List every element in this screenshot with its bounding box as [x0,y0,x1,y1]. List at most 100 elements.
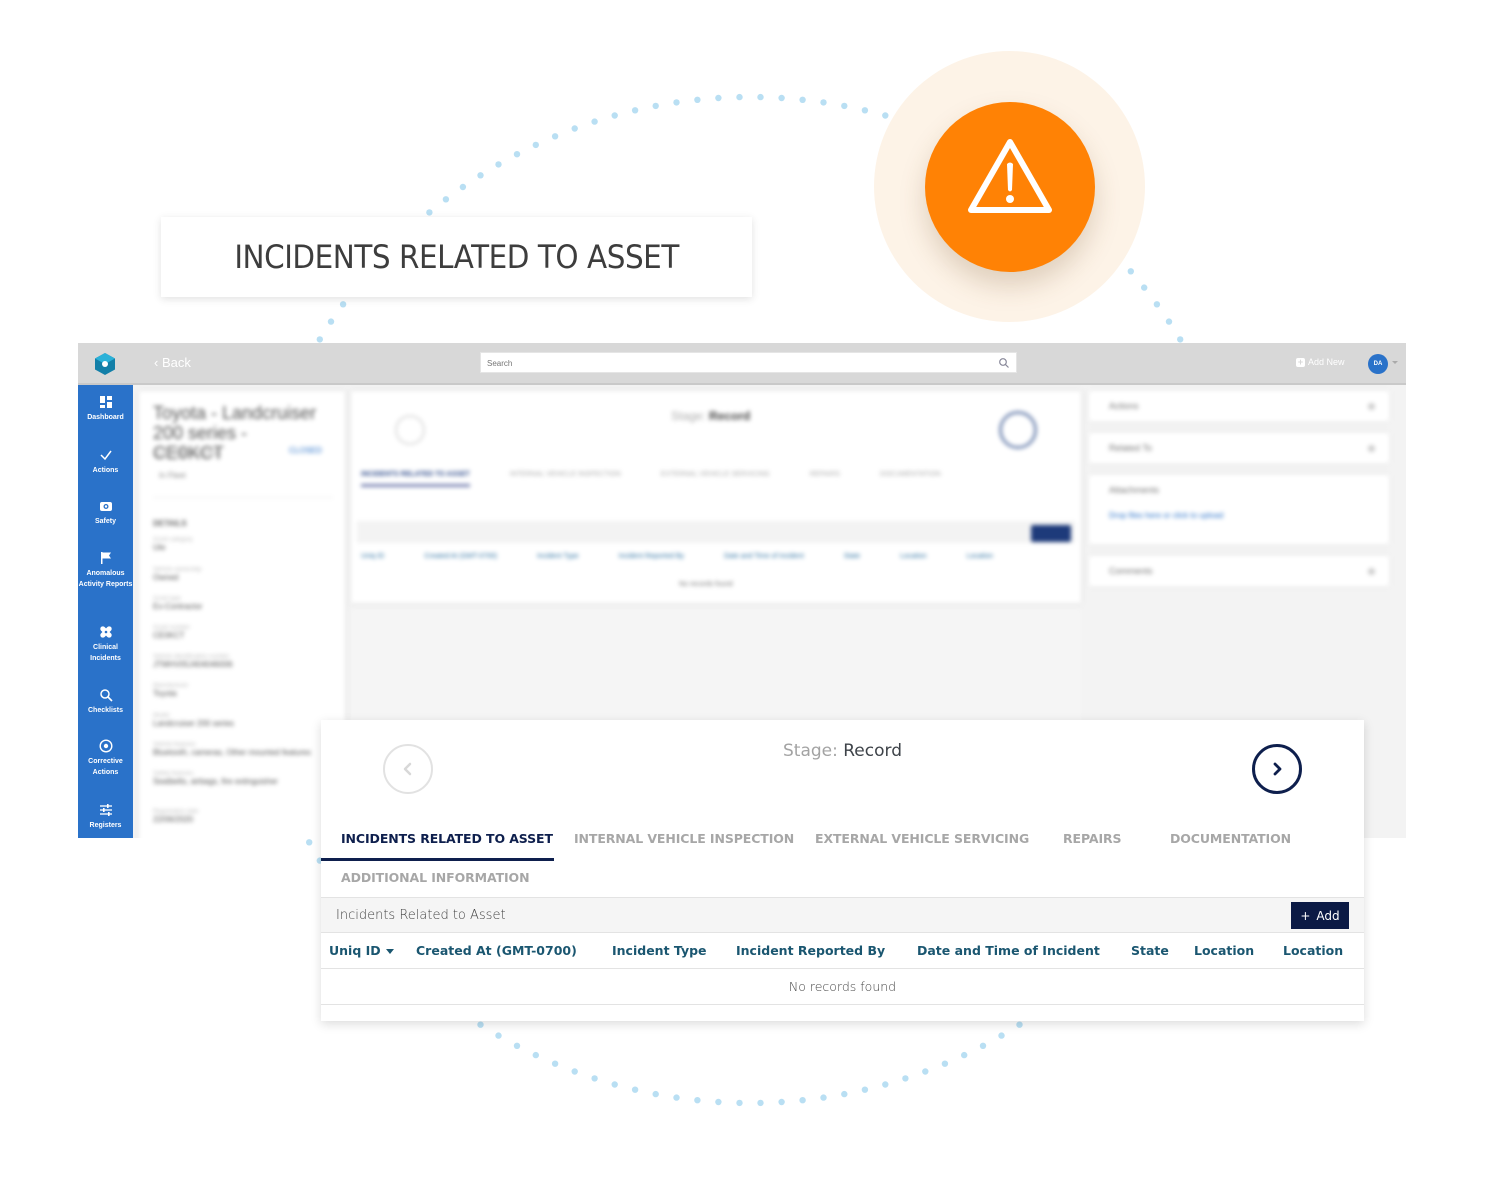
warning-badge [925,102,1095,272]
decorative-dot [459,183,467,191]
callout-title: INCIDENTS RELATED TO ASSET [234,238,679,276]
column-header-incident-type[interactable]: Incident Type [612,943,707,958]
incidents-record-card: Stage: Record INCIDENTS RELATED TO ASSET… [321,720,1364,1021]
decorative-dot [316,336,323,343]
detail-field: Vehicle features Bluetooth, cameras, Othe… [153,742,311,757]
bandage-icon [99,626,112,638]
decorative-dot [477,172,484,179]
decorative-dot [495,1032,502,1039]
dashboard-icon [99,396,112,408]
sidebar-item-registers[interactable]: Registers [78,803,133,831]
comments-card: Comments [1089,556,1389,586]
decorative-dot [820,1094,827,1101]
asset-detail-panel: Toyota - Landcruiser 200 series - CE0KCT… [139,391,345,838]
decorative-dot [551,133,559,140]
decorative-dot [922,1068,929,1075]
active-tab-indicator [321,858,554,861]
flag-icon [100,552,111,564]
sidebar-item-corrective-actions[interactable]: Corrective Actions [78,739,133,778]
decorative-dot [694,1097,701,1104]
decorative-dot [611,112,618,119]
column-header-created-at[interactable]: Created At (GMT-0700) [416,943,577,958]
decorative-dot [327,318,335,325]
column-headers-bg: Uniq ID Created At (GMT-0700) Incident Typ… [361,553,994,560]
decorative-dot [1165,318,1173,325]
decorative-dot [694,96,701,104]
decorative-dot [652,1090,659,1098]
sidebar-item-safety[interactable]: Safety [78,499,133,527]
back-link[interactable]: ‹ Back [154,355,191,370]
attachments-card: Attachments Drop files here or click to … [1089,475,1389,544]
asset-tag: In Fleet [159,471,186,480]
sidebar-item-anomalous-activity-reports[interactable]: Anomalous Activity Reports [78,551,133,590]
tab-internal-vehicle-inspection[interactable]: INTERNAL VEHICLE INSPECTION [574,831,794,846]
table-row-empty: No records found [321,969,1364,1005]
chevron-down-icon[interactable] [1392,361,1398,364]
column-header-date-time[interactable]: Date and Time of Incident [917,943,1100,958]
search-input[interactable] [481,354,981,373]
decorative-dot [736,1099,743,1107]
decorative-dot [715,94,722,102]
tab-repairs[interactable]: REPAIRS [1063,831,1122,846]
tab-incidents-related-to-asset[interactable]: INCIDENTS RELATED TO ASSET [341,831,553,846]
prev-stage-button-bg [395,415,425,445]
checkmark-icon [99,450,112,461]
decorative-dot [652,102,659,110]
add-incident-button[interactable]: + Add [1291,902,1349,929]
target-icon [98,739,113,753]
asset-register-label: FLEET REGISTER [153,449,221,458]
decorative-dot [882,1081,889,1088]
tab-documentation[interactable]: DOCUMENTATION [1170,831,1291,846]
decorative-dot [1141,284,1148,291]
decorative-dot [861,1086,869,1093]
app-logo-icon [95,353,115,375]
decorative-dot [861,107,869,114]
add-button-label: Add [1316,908,1340,923]
decorative-dot [611,1081,618,1088]
column-header-incident-reported-by[interactable]: Incident Reported By [736,943,885,958]
decorative-dot [799,1097,806,1104]
decorative-dot [820,99,827,106]
search-icon[interactable] [998,357,1010,369]
decorative-dot [339,301,347,308]
user-avatar[interactable]: DA [1368,354,1388,374]
column-header-state[interactable]: State [1131,943,1169,958]
detail-field: Registration date 22/06/2020 [153,809,199,824]
decorative-dot [902,1075,909,1082]
decorative-dot [571,1068,578,1075]
column-header-location-2[interactable]: Location [1283,943,1343,958]
next-stage-button[interactable] [1252,744,1302,794]
decorative-dot [1016,1021,1023,1028]
tab-additional-information[interactable]: ADDITIONAL INFORMATION [341,870,530,885]
detail-field: Asset category Ute [153,537,193,552]
decorative-dot [998,1032,1005,1039]
column-header-location[interactable]: Location [1194,943,1254,958]
expand-icon [1368,445,1375,452]
detail-field: Vehicle identification number JTMHV05J404… [153,654,233,669]
sidebar-item-actions[interactable]: Actions [78,448,133,476]
no-records-message: No records found [788,979,897,994]
column-header-uniq-id[interactable]: Uniq ID [329,943,394,958]
search-bar[interactable] [480,352,1017,373]
sidebar-item-clinical-incidents[interactable]: Clinical Incidents [78,625,133,664]
detail-field: Asset type Ex-Contractor [153,596,203,611]
stage-label: Stage: [782,741,838,761]
add-button-bg [1031,525,1071,542]
detail-field: Manufacturer Toyota [153,683,189,698]
plus-icon: + [1296,356,1305,367]
sidebar-item-dashboard[interactable]: Dashboard [78,395,133,423]
record-panel-background: Stage: Record INCIDENTS RELATED TO ASSET… [351,391,1081,603]
right-sidebar-panel: Actions Related To Attachments Drop file… [1089,391,1389,598]
section-header-bar: Incidents Related to Asset + Add [321,897,1364,933]
add-new-button[interactable]: + Add New [1296,357,1345,367]
next-stage-button-bg [999,411,1037,449]
decorative-dot [477,1021,484,1028]
decorative-dot [591,1075,598,1082]
tab-external-vehicle-servicing[interactable]: EXTERNAL VEHICLE SERVICING [815,831,1029,846]
expand-icon [1368,568,1375,575]
sidebar-item-checklists[interactable]: Checklists [78,688,133,716]
tabs-bg: INCIDENTS RELATED TO ASSET INTERNAL VEHI… [361,471,941,487]
stage-label-bg: Stage: Record [671,409,751,423]
top-bar: ‹ Back + Add New DA [78,343,1406,385]
decorative-dot [532,1051,539,1059]
